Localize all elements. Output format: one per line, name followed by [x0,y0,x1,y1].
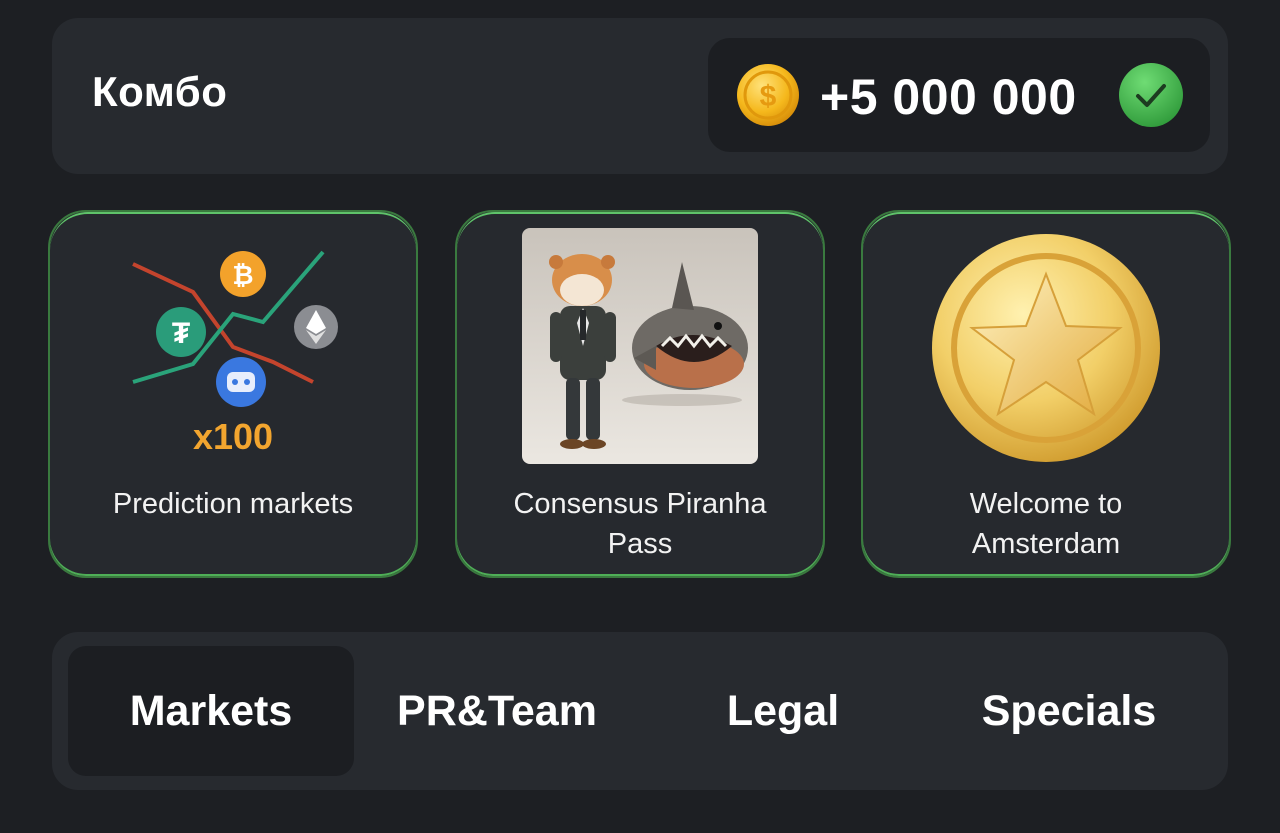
card-consensus-piranha-pass[interactable]: Consensus Piranha Pass [455,210,825,578]
dollar-coin-icon: $ [737,64,799,126]
svg-text:₿: ₿ [232,260,253,290]
tab-markets[interactable]: Markets [68,646,354,776]
card-label: Welcome to Amsterdam [873,484,1219,564]
svg-text:$: $ [760,80,777,113]
svg-text:₮: ₮ [172,317,190,350]
check-circle-icon [1119,63,1183,127]
card-label-line1: Welcome to [969,488,1123,520]
tab-legal[interactable]: Legal [640,646,926,776]
combo-page: Комбо $ +5 000 000 ₿ ₮ x100 Prediction m… [0,0,1280,833]
reward-pill: $ +5 000 000 [708,38,1210,152]
hamster-piranha-image [522,228,758,464]
tab-pr-team[interactable]: PR&Team [354,646,640,776]
category-tab-bar: Markets PR&Team Legal Specials [52,632,1228,790]
gold-star-coin-icon [932,234,1160,462]
card-label: Prediction markets [112,488,354,520]
multiplier-badge: x100 [192,416,274,457]
card-label-line2: Pass [607,528,673,560]
reward-amount: +5 000 000 [820,69,1077,125]
combo-bar: Комбо $ +5 000 000 [52,18,1228,174]
card-welcome-to-amsterdam[interactable]: Welcome to Amsterdam [861,210,1231,578]
card-label: Consensus Piranha Pass [467,484,813,564]
card-prediction-markets[interactable]: ₿ ₮ x100 Prediction markets [48,210,418,578]
card-label-line1: Consensus Piranha [513,488,767,520]
combo-title: Комбо [92,68,228,115]
card-label-line2: Amsterdam [971,528,1121,560]
tab-specials[interactable]: Specials [926,646,1212,776]
